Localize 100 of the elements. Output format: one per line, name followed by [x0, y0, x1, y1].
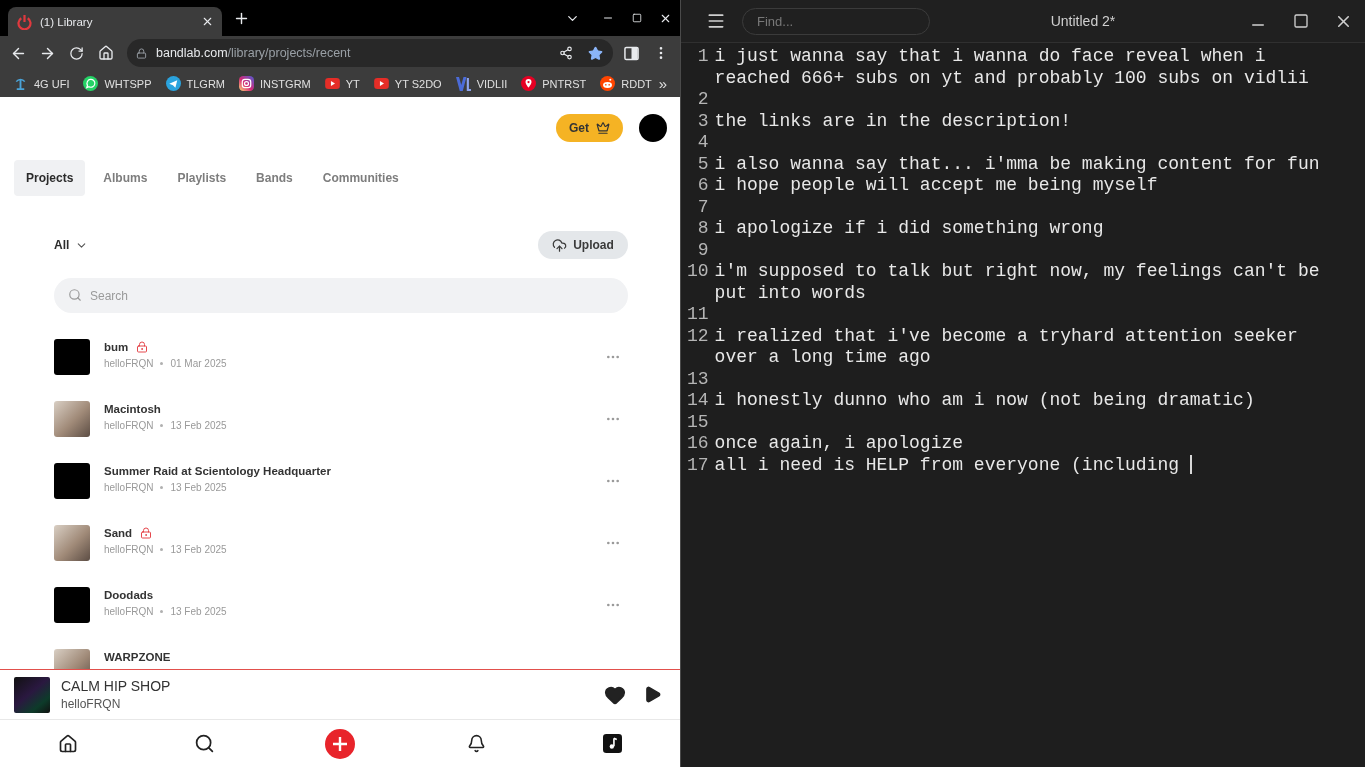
- project-title[interactable]: Sand: [104, 526, 133, 540]
- play-button-icon: [324, 78, 340, 89]
- project-date: 13 Feb 2025: [170, 605, 227, 618]
- project-title[interactable]: WARPZONE: [104, 650, 171, 664]
- line-number: 10: [687, 261, 709, 283]
- upload-button[interactable]: Upload: [538, 231, 628, 259]
- music-note-tile-icon[interactable]: [602, 734, 622, 753]
- bookmark-link[interactable]: PNTRST: [514, 72, 594, 95]
- paper-plane-icon: [165, 76, 181, 91]
- chevron-logo-icon: [455, 76, 471, 91]
- chat-bubble-icon: [83, 76, 99, 91]
- code-line: i hope people will accept me being myself: [714, 175, 1158, 195]
- code-line: the links are in the description!: [714, 110, 1072, 131]
- project-title[interactable]: Macintosh: [104, 402, 161, 416]
- library-tab[interactable]: Projects: [14, 160, 86, 196]
- separator-dot-icon: [160, 486, 164, 489]
- search-icon[interactable]: [193, 733, 215, 754]
- bookmark-link[interactable]: YT: [317, 72, 367, 95]
- code-line: i just wanna say that i wanna do face reveal when i reached 666+ subs on yt and probably 100 subs on vidlii: [714, 46, 1309, 88]
- project-owner: helloFRQN: [104, 481, 154, 494]
- get-button[interactable]: Get: [556, 114, 623, 142]
- cover-art: [54, 587, 90, 623]
- photo-placeholder: [54, 401, 90, 437]
- separator-dot-icon: [160, 610, 164, 613]
- code-line: i honestly dunno who am i now (not being dramatic): [714, 390, 1255, 410]
- project-owner: helloFRQN: [104, 543, 154, 556]
- pin-icon: [521, 76, 537, 91]
- avatar[interactable]: [639, 114, 667, 142]
- line-number: 3: [696, 110, 709, 132]
- bookmark-link[interactable]: YT S2DO: [366, 72, 449, 95]
- round-face-icon: [600, 76, 616, 91]
- project-date: 13 Feb 2025: [170, 543, 227, 556]
- search-icon: [68, 288, 82, 302]
- bookmark-link[interactable]: TLGRM: [158, 72, 232, 95]
- code-line: i'm supposed to talk but right now, my feelings can't be put into words: [714, 261, 1321, 303]
- side-panel-icon[interactable]: [624, 45, 639, 61]
- line-number: 13: [687, 368, 709, 390]
- bookmark-link[interactable]: INSTGRM: [232, 72, 318, 95]
- code-line: i realized that i've become a tryhard attention seeker over a long time ago: [714, 325, 1299, 367]
- menu-icon[interactable]: [706, 11, 726, 31]
- antenna-icon: [13, 76, 28, 91]
- address-bar[interactable]: bandlab.com/library/projects/recent: [127, 39, 613, 67]
- bookmark-link[interactable]: VIDLII: [448, 72, 515, 95]
- play-icon[interactable]: [643, 685, 662, 704]
- close-icon[interactable]: [201, 15, 214, 28]
- photo-placeholder: [54, 525, 90, 561]
- line-number: 9: [696, 239, 709, 261]
- project-title[interactable]: Doodads: [104, 588, 154, 602]
- line-number: 8: [696, 218, 709, 240]
- code-line: all i need is HELP from everyone (including: [714, 454, 1180, 475]
- bookmark-link[interactable]: 4G UFI: [6, 72, 77, 95]
- play-button-icon: [373, 78, 389, 89]
- bookmark-link[interactable]: RDDT: [593, 72, 659, 95]
- library-tab[interactable]: Communities: [310, 160, 411, 196]
- code-line: i also wanna say that... i'mma be making content for fun: [714, 153, 1320, 174]
- document-title: Untitled 2*: [1050, 13, 1116, 29]
- library-tab[interactable]: Albums: [91, 160, 160, 196]
- track-title: CALM HIP SHOP: [61, 678, 171, 694]
- home-icon[interactable]: [97, 45, 114, 61]
- filter-dropdown[interactable]: All: [54, 238, 89, 252]
- line-number: 5: [696, 153, 709, 175]
- lock-icon: [136, 47, 147, 59]
- cover-art: [54, 339, 90, 375]
- plus-icon[interactable]: [325, 728, 355, 759]
- project-title[interactable]: bum: [104, 340, 129, 354]
- line-number: 16: [687, 433, 709, 455]
- separator-dot-icon: [160, 424, 164, 427]
- bell-icon[interactable]: [466, 734, 486, 753]
- bookmark-link[interactable]: WHTSPP: [76, 72, 159, 95]
- line-number: 1: [696, 46, 709, 68]
- project-date: 13 Feb 2025: [170, 481, 227, 494]
- power-symbol-icon: [17, 13, 32, 30]
- line-number: 15: [687, 411, 709, 433]
- crown-icon: [596, 121, 610, 135]
- reload-icon[interactable]: [69, 45, 84, 61]
- library-tab[interactable]: Playlists: [165, 160, 239, 196]
- line-number: 17: [687, 454, 709, 476]
- line-number: 12: [687, 325, 709, 348]
- more-bookmarks-button[interactable]: »: [658, 75, 668, 92]
- code-line: once again, i apologize: [714, 433, 964, 453]
- project-owner: helloFRQN: [104, 605, 154, 618]
- search-field[interactable]: Search: [54, 278, 628, 313]
- cover-art: [14, 676, 50, 713]
- maximize-icon[interactable]: [1292, 13, 1309, 29]
- project-date: 13 Feb 2025: [170, 419, 227, 432]
- camera-icon: [239, 76, 254, 91]
- find-field[interactable]: Find...: [742, 7, 930, 35]
- share-icon[interactable]: [559, 46, 573, 60]
- line-number: 7: [696, 196, 709, 218]
- library-tab[interactable]: Bands: [244, 160, 305, 196]
- separator-dot-icon: [160, 548, 164, 551]
- project-title[interactable]: Summer Raid at Scientology Headquarter: [104, 464, 331, 478]
- home-icon[interactable]: [58, 733, 78, 754]
- star-icon[interactable]: [588, 45, 603, 61]
- maximize-icon[interactable]: [631, 13, 642, 23]
- project-owner: helloFRQN: [104, 419, 154, 432]
- line-number: 4: [696, 132, 709, 154]
- line-number: 14: [687, 390, 709, 412]
- line-number: 6: [696, 175, 709, 197]
- browser-tab[interactable]: (1) Library: [8, 7, 222, 36]
